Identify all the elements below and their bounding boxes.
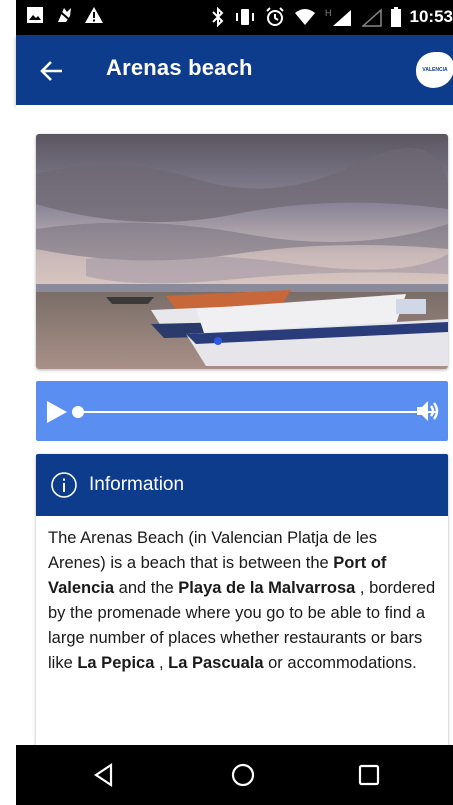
logo-text: VALENCIA <box>422 67 448 73</box>
signal-icon <box>361 8 382 27</box>
battery-icon <box>390 7 401 27</box>
wifi-icon <box>294 9 315 25</box>
no-sim-icon <box>55 7 73 23</box>
link-la-pepica: La Pepica <box>77 654 155 672</box>
link-la-pascuala: La Pascuala <box>168 654 264 672</box>
valencia-logo: VALENCIA <box>416 52 453 88</box>
vibrate-icon <box>235 9 254 25</box>
information-text: The Arenas Beach (in Valencian Platja de… <box>48 526 438 676</box>
page-title: Arenas beach <box>106 55 253 80</box>
home-circle-icon[interactable] <box>230 762 256 788</box>
svg-text:H: H <box>325 8 332 18</box>
beach-photo <box>36 134 448 369</box>
content-fade <box>36 676 448 746</box>
information-header: Information <box>36 454 448 516</box>
app-bar: Arenas beach VALENCIA <box>16 35 453 105</box>
beach-image <box>36 134 448 369</box>
link-playa-malvarrosa: Playa de la Malvarrosa <box>178 579 356 597</box>
information-title: Information <box>89 474 185 495</box>
information-card: Information The Arenas Beach (in Valenci… <box>36 454 448 746</box>
volume-icon[interactable] <box>414 398 440 424</box>
warning-icon <box>85 7 103 23</box>
info-circle-icon <box>51 472 77 498</box>
text-segment: or accommodations. <box>263 654 417 672</box>
play-icon[interactable] <box>46 400 68 424</box>
audio-player <box>36 381 448 441</box>
seek-thumb[interactable] <box>72 406 84 418</box>
navigation-bar <box>16 745 453 805</box>
arrow-left-icon[interactable] <box>38 57 66 85</box>
seek-bar[interactable] <box>80 411 436 413</box>
status-time: 10:53 <box>409 7 453 26</box>
alarm-icon <box>265 7 284 26</box>
recents-square-icon[interactable] <box>356 762 382 788</box>
text-segment: and the <box>114 579 179 597</box>
gallery-icon <box>27 7 43 23</box>
text-segment: , <box>154 654 169 672</box>
bluetooth-icon <box>211 7 223 27</box>
status-bar: H 10:53 <box>16 0 453 35</box>
back-triangle-icon[interactable] <box>91 762 117 788</box>
text-segment: The Arenas Beach (in Valencian Platja de… <box>48 529 377 572</box>
signal-h-icon: H <box>325 8 351 26</box>
